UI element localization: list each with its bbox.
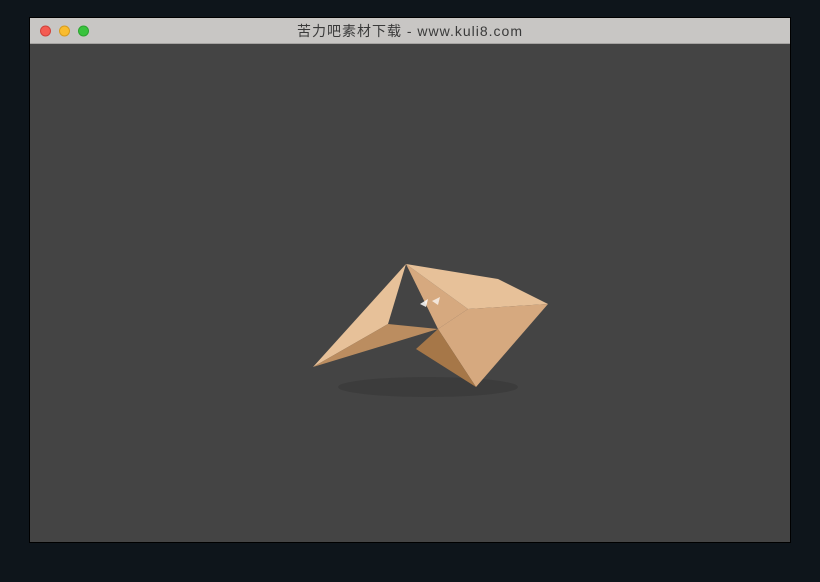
demo-window: 苦力吧素材下载 - www.kuli8.com: [30, 18, 790, 542]
traffic-lights: [40, 25, 89, 36]
minimize-icon[interactable]: [59, 25, 70, 36]
window-titlebar: 苦力吧素材下载 - www.kuli8.com: [30, 18, 790, 44]
paper-airplane-icon: [298, 249, 558, 399]
close-icon[interactable]: [40, 25, 51, 36]
maximize-icon[interactable]: [78, 25, 89, 36]
window-title: 苦力吧素材下载 - www.kuli8.com: [30, 21, 790, 41]
content-area: [30, 44, 790, 542]
